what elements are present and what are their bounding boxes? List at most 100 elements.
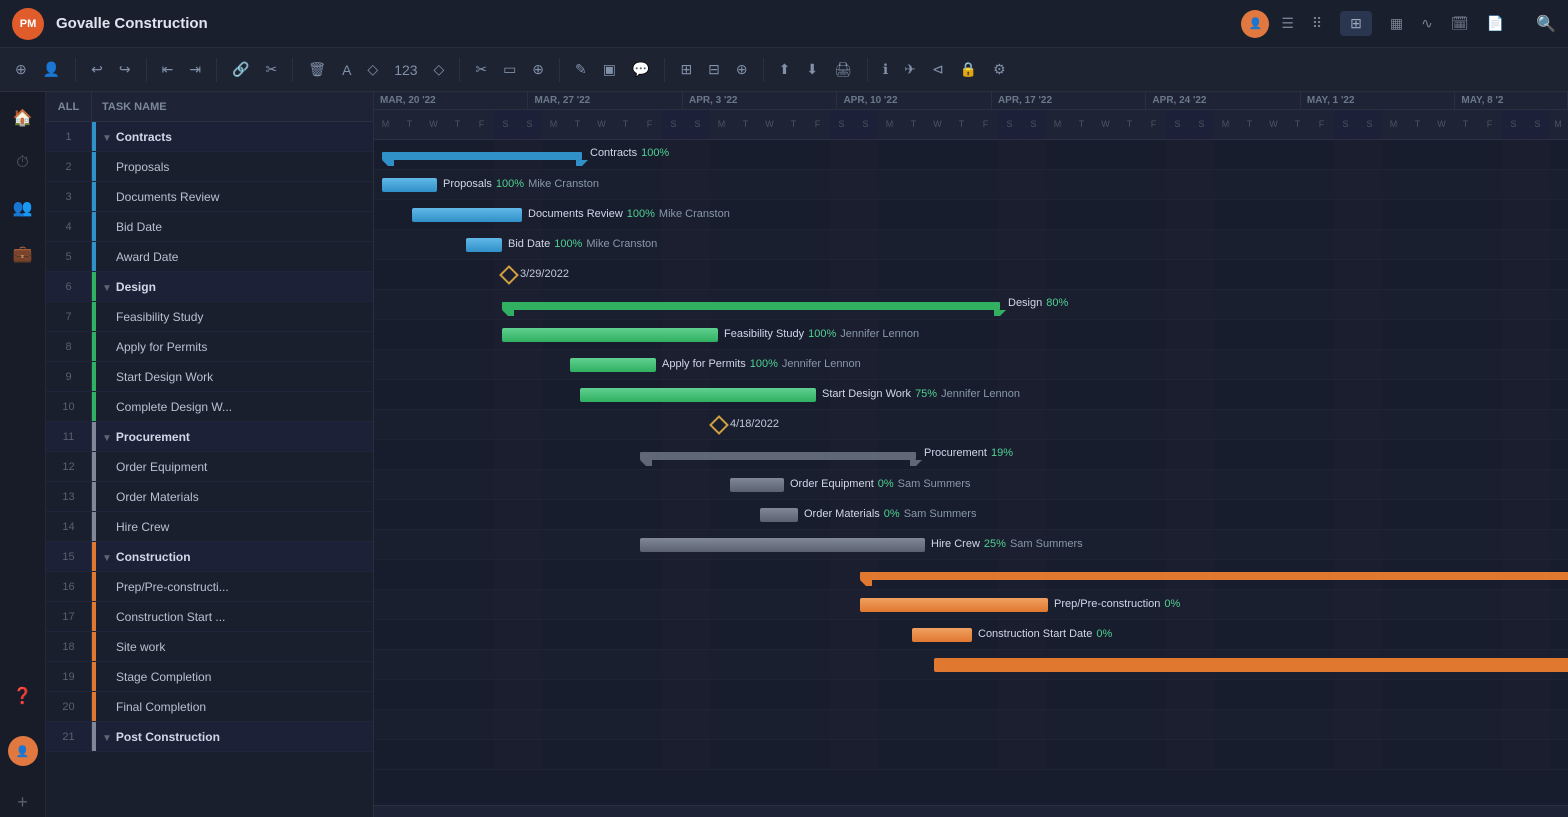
task-row[interactable]: 1▼Contracts — [46, 122, 373, 152]
task-row[interactable]: 11▼Procurement — [46, 422, 373, 452]
user-avatar[interactable]: 👤 — [1241, 10, 1269, 38]
gantt-row[interactable]: Construction Start Date0% — [374, 620, 1568, 650]
nav-people-icon[interactable]: 👥 — [7, 192, 39, 224]
expand-icon[interactable]: ▼ — [102, 283, 112, 294]
indent-btn[interactable]: ⇥ — [184, 57, 206, 82]
task-row[interactable]: 6▼Design — [46, 272, 373, 302]
unlink-btn[interactable]: ✂ — [261, 57, 283, 82]
gantt-scrollbar[interactable] — [374, 805, 1568, 817]
gantt-row[interactable] — [374, 710, 1568, 740]
list-view-icon[interactable]: ☰ — [1281, 15, 1294, 32]
nav-help-icon[interactable]: ❓ — [7, 680, 39, 712]
gantt-row[interactable]: Documents Review100%Mike Cranston — [374, 200, 1568, 230]
gantt-row[interactable]: 3/29/2022 — [374, 260, 1568, 290]
gantt-row[interactable]: Contracts100% — [374, 140, 1568, 170]
task-row[interactable]: 20Final Completion — [46, 692, 373, 722]
expand-icon[interactable]: ▼ — [102, 553, 112, 564]
link-btn[interactable]: 🔗 — [227, 57, 254, 82]
diamond-btn[interactable]: ◇ — [429, 57, 450, 82]
paste-btn[interactable]: ⊕ — [527, 57, 549, 82]
gantt-row[interactable]: Order Materials0%Sam Summers — [374, 500, 1568, 530]
weekend-col — [1166, 530, 1190, 559]
task-row[interactable]: 21▼Post Construction — [46, 722, 373, 752]
lock-btn[interactable]: 🔒 — [955, 57, 982, 82]
nav-user-avatar[interactable]: 👤 — [8, 736, 38, 766]
gantt-view-icon[interactable]: ⠿ — [1312, 15, 1322, 32]
nav-home-icon[interactable]: 🏠 — [7, 102, 39, 134]
gantt-row[interactable]: Prep/Pre-construction0% — [374, 590, 1568, 620]
print-btn[interactable]: 🖨 — [829, 57, 857, 82]
task-row[interactable]: 13Order Materials — [46, 482, 373, 512]
zoom-btn[interactable]: ⊕ — [731, 57, 753, 82]
text-btn[interactable]: A — [337, 58, 356, 82]
task-row[interactable]: 19Stage Completion — [46, 662, 373, 692]
outdent-btn[interactable]: ⇤ — [157, 57, 179, 82]
task-list[interactable]: 1▼Contracts2Proposals3Documents Review4B… — [46, 122, 373, 817]
gantt-row[interactable]: Procurement19% — [374, 440, 1568, 470]
app-icon[interactable]: PM — [12, 8, 44, 40]
task-row[interactable]: 12Order Equipment — [46, 452, 373, 482]
task-row[interactable]: 14Hire Crew — [46, 512, 373, 542]
task-row[interactable]: 9Start Design Work — [46, 362, 373, 392]
redo-btn[interactable]: ↪ — [114, 57, 136, 82]
expand-icon[interactable]: ▼ — [102, 733, 112, 744]
gantt-row[interactable] — [374, 650, 1568, 680]
pen-btn[interactable]: ✎ — [570, 57, 592, 82]
task-row[interactable]: 16Prep/Pre-constructi... — [46, 572, 373, 602]
task-row[interactable]: 3Documents Review — [46, 182, 373, 212]
gantt-row[interactable]: Feasibility Study100%Jennifer Lennon — [374, 320, 1568, 350]
task-row[interactable]: 15▼Construction — [46, 542, 373, 572]
task-row[interactable]: 17Construction Start ... — [46, 602, 373, 632]
doc-view-icon[interactable]: 📄 — [1487, 15, 1504, 32]
split-view-icon[interactable]: ⊞ — [1340, 11, 1372, 36]
task-row[interactable]: 7Feasibility Study — [46, 302, 373, 332]
info-btn[interactable]: ℹ — [878, 57, 893, 82]
task-row[interactable]: 2Proposals — [46, 152, 373, 182]
upload-btn[interactable]: ⬆ — [774, 57, 796, 82]
add-task-btn[interactable]: ⊕ — [10, 57, 32, 82]
cut-btn[interactable]: ✂ — [470, 57, 492, 82]
task-row[interactable]: 8Apply for Permits — [46, 332, 373, 362]
gantt-row[interactable]: Order Equipment0%Sam Summers — [374, 470, 1568, 500]
weekend-col — [1166, 410, 1190, 439]
calendar-view-icon[interactable]: 🗓 — [1451, 15, 1469, 32]
nav-add-icon[interactable]: + — [12, 788, 33, 817]
gantt-row[interactable] — [374, 680, 1568, 710]
settings-btn[interactable]: ⚙ — [988, 57, 1011, 82]
chart-view-icon[interactable]: ∿ — [1421, 15, 1433, 32]
send-btn[interactable]: ✈ — [899, 57, 921, 82]
gantt-row[interactable]: Start Design Work75%Jennifer Lennon — [374, 380, 1568, 410]
gantt-row[interactable] — [374, 740, 1568, 770]
gantt-day-cell: M — [1214, 110, 1238, 139]
gantt-row[interactable]: Design80% — [374, 290, 1568, 320]
add-person-btn[interactable]: 👤 — [38, 57, 65, 82]
gantt-row[interactable]: Hire Crew25%Sam Summers — [374, 530, 1568, 560]
gantt-row[interactable]: Construction — [374, 560, 1568, 590]
number-btn[interactable]: 123 — [389, 58, 422, 82]
gantt-row[interactable]: Proposals100%Mike Cranston — [374, 170, 1568, 200]
delete-btn[interactable]: 🗑 — [303, 57, 331, 82]
task-row[interactable]: 10Complete Design W... — [46, 392, 373, 422]
copy-btn[interactable]: ▭ — [498, 57, 521, 82]
expand-icon[interactable]: ▼ — [102, 133, 112, 144]
gantt-row[interactable]: Apply for Permits100%Jennifer Lennon — [374, 350, 1568, 380]
table-btn[interactable]: ▣ — [598, 57, 621, 82]
gantt-row[interactable]: Bid Date100%Mike Cranston — [374, 230, 1568, 260]
filter-btn[interactable]: ⊲ — [927, 57, 949, 82]
table-view-icon[interactable]: ▦ — [1390, 15, 1403, 32]
nav-work-icon[interactable]: 💼 — [7, 238, 39, 270]
split-h-btn[interactable]: ⊟ — [703, 57, 725, 82]
expand-icon[interactable]: ▼ — [102, 433, 112, 444]
task-row[interactable]: 18Site work — [46, 632, 373, 662]
gantt-row[interactable]: 4/18/2022 — [374, 410, 1568, 440]
undo-btn[interactable]: ↩ — [86, 57, 108, 82]
shape-btn[interactable]: ◇ — [362, 57, 383, 82]
nav-timeline-icon[interactable]: ⏱ — [10, 148, 34, 178]
gantt-panel[interactable]: MAR, 20 '22MAR, 27 '22APR, 3 '22APR, 10 … — [374, 92, 1568, 817]
search-icon[interactable]: 🔍 — [1536, 14, 1556, 34]
split-view-btn[interactable]: ⊞ — [675, 57, 697, 82]
task-row[interactable]: 4Bid Date — [46, 212, 373, 242]
task-row[interactable]: 5Award Date — [46, 242, 373, 272]
comment-btn[interactable]: 💬 — [627, 57, 654, 82]
download-btn[interactable]: ⬇ — [801, 57, 823, 82]
